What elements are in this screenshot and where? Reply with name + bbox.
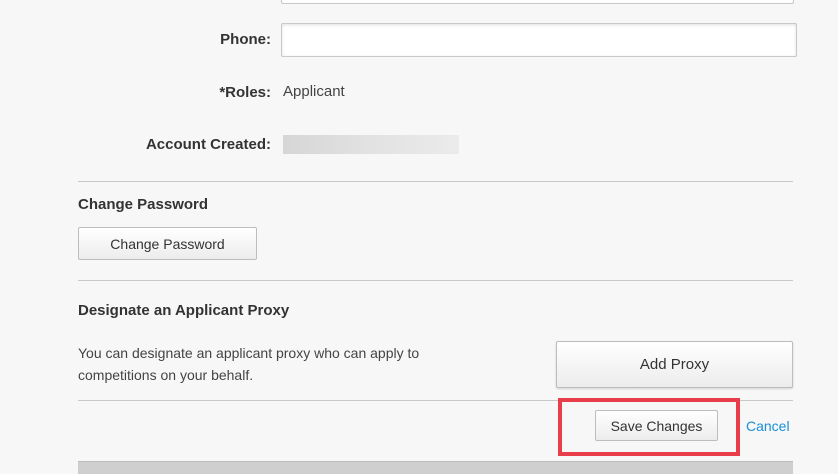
account-created-value-redacted <box>283 135 459 154</box>
phone-input[interactable] <box>281 23 797 57</box>
save-button-highlight <box>558 398 740 456</box>
change-password-title: Change Password <box>78 196 209 213</box>
add-proxy-button[interactable]: Add Proxy <box>556 341 793 388</box>
phone-label: Phone: <box>220 31 271 48</box>
account-created-label: Account Created: <box>145 136 271 153</box>
applicant-proxy-title: Designate an Applicant Proxy <box>78 302 290 319</box>
applicant-proxy-description: You can designate an applicant proxy who… <box>78 345 420 383</box>
roles-label: *Roles: <box>219 84 271 101</box>
previous-field-input[interactable] <box>281 0 794 4</box>
divider <box>78 181 793 182</box>
change-password-button[interactable]: Change Password <box>78 227 257 260</box>
divider <box>78 280 793 281</box>
roles-value: Applicant <box>283 83 345 100</box>
cancel-link[interactable]: Cancel <box>746 418 790 434</box>
